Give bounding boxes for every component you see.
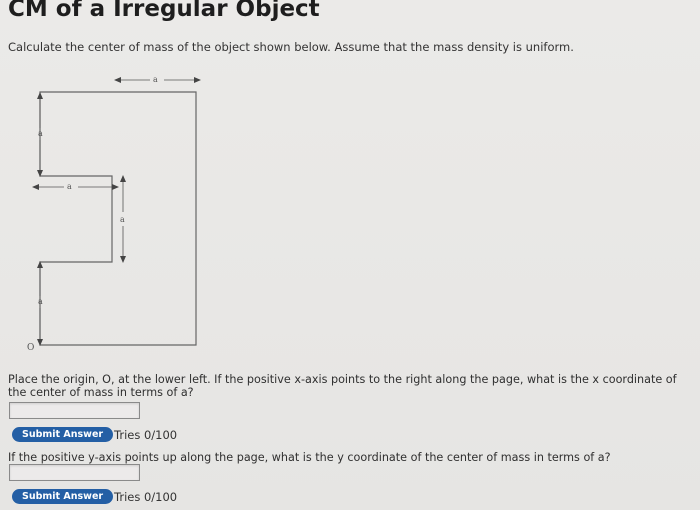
page: CM of a Irregular Object Calculate the c… xyxy=(0,0,700,510)
notch-dimension-label: a xyxy=(67,182,72,191)
upper-left-dimension-label: a xyxy=(38,129,43,138)
question2-submit-button[interactable]: Submit Answer xyxy=(12,489,114,504)
notch-vertical-label: a xyxy=(120,215,125,224)
lower-left-dimension-label: a xyxy=(38,297,43,306)
origin-label: O xyxy=(27,343,34,353)
question1-submit-button[interactable]: Submit Answer xyxy=(12,427,114,442)
object-figure: a a a a a O xyxy=(27,75,201,353)
top-dimension-label: a xyxy=(153,75,158,84)
question1-answer-input[interactable] xyxy=(9,402,140,419)
object-outline xyxy=(39,91,197,346)
question2-text: If the positive y-axis points up along t… xyxy=(8,451,611,464)
question1-text: Place the origin, O, at the lower left. … xyxy=(8,373,677,399)
question2-tries: Tries 0/100 xyxy=(114,490,178,504)
question2-answer-input[interactable] xyxy=(9,464,140,481)
question1-tries: Tries 0/100 xyxy=(114,428,178,442)
